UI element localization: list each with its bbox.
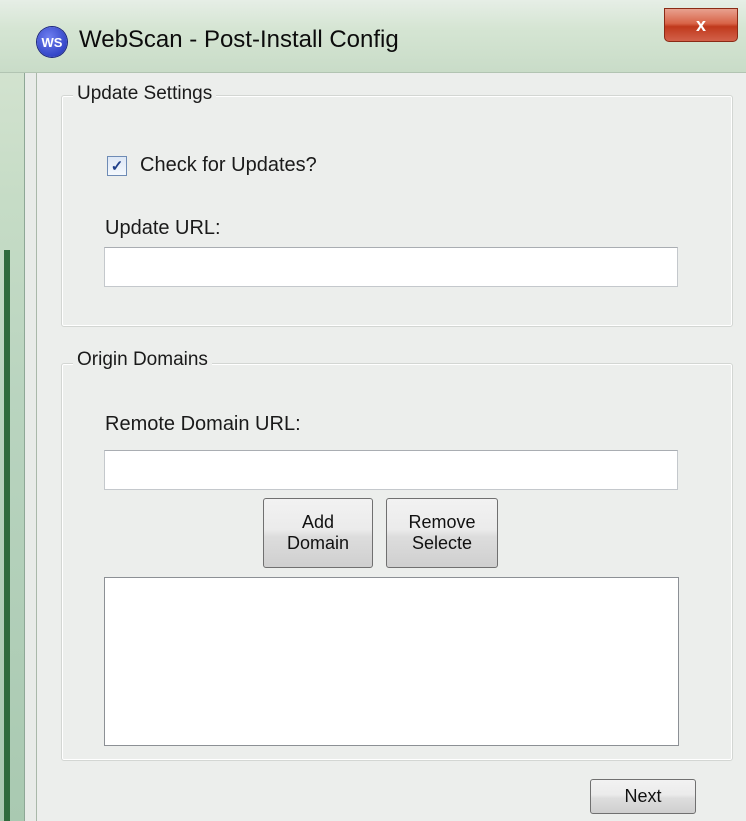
remove-selected-label-line2: Selecte <box>411 533 473 553</box>
close-icon: x <box>695 14 706 35</box>
origin-domains-label: Origin Domains <box>73 349 212 371</box>
update-url-label: Update URL: <box>105 217 221 239</box>
remote-domain-url-label: Remote Domain URL: <box>105 413 301 435</box>
update-settings-label: Update Settings <box>73 83 217 105</box>
client-area: Update Settings ✓ Check for Updates? Upd… <box>36 73 746 821</box>
config-window: WS WebScan - Post-Install Config x Updat… <box>0 0 746 821</box>
window-frame-left <box>0 0 25 821</box>
check-for-updates-label[interactable]: Check for Updates? <box>140 154 317 177</box>
webscan-app-icon: WS <box>37 27 67 57</box>
checkmark-icon: ✓ <box>110 158 124 175</box>
add-domain-button[interactable]: Add Domain <box>263 498 373 568</box>
remove-selected-button[interactable]: Remove Selecte <box>386 498 498 568</box>
title-bar[interactable]: WS WebScan - Post-Install Config x <box>0 0 746 73</box>
add-domain-label-line2: Domain <box>286 533 350 553</box>
window-title: WebScan - Post-Install Config <box>79 26 399 53</box>
next-button[interactable]: Next <box>590 779 696 814</box>
remove-selected-label-line1: Remove <box>408 512 476 533</box>
domain-list[interactable] <box>104 577 679 746</box>
add-domain-label-line1: Add <box>301 512 335 533</box>
close-button[interactable]: x <box>664 8 738 42</box>
update-url-input[interactable] <box>104 247 678 287</box>
remote-domain-url-input[interactable] <box>104 450 678 490</box>
update-settings-group <box>61 95 733 327</box>
check-for-updates-checkbox[interactable]: ✓ <box>107 156 127 176</box>
